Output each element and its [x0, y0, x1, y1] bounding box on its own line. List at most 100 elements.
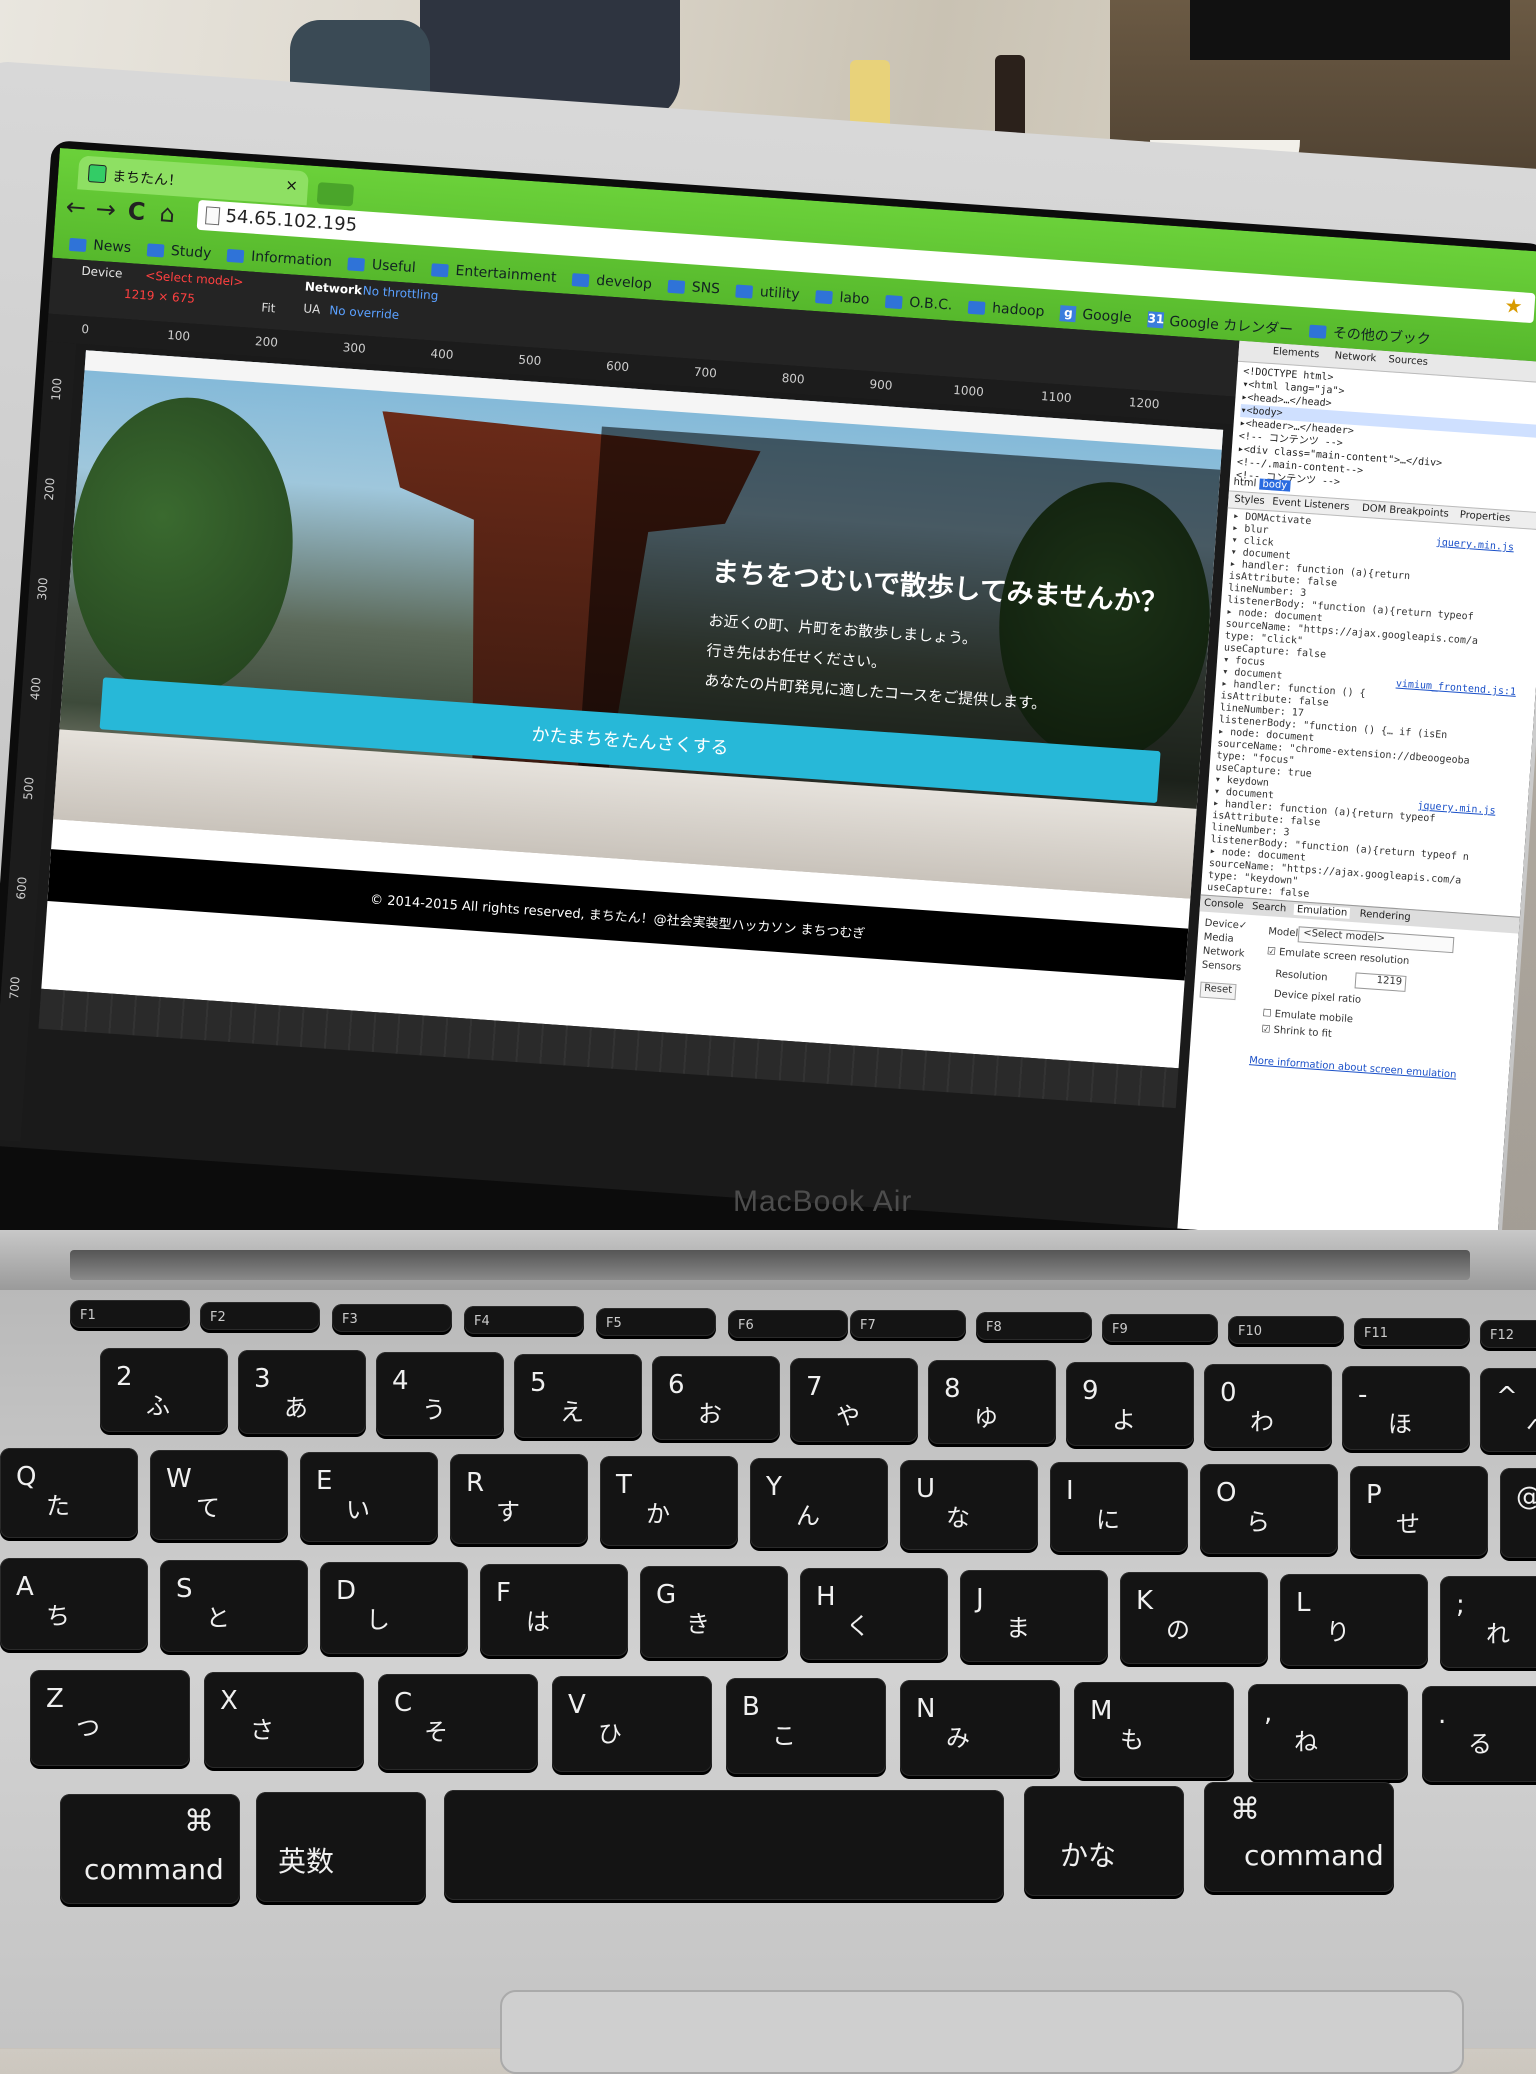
key-w[interactable]: Wて — [150, 1450, 288, 1540]
bookmark-useful[interactable]: Useful — [347, 255, 416, 276]
resolution-input[interactable]: 1219 — [1354, 972, 1407, 992]
key-2[interactable]: 2ふ — [100, 1348, 228, 1432]
tab-dom-breakpoints[interactable]: DOM Breakpoints — [1362, 503, 1449, 520]
key-f10[interactable]: F10 — [1228, 1316, 1344, 1344]
key-k[interactable]: Kの — [1120, 1572, 1268, 1664]
key-command-left[interactable]: ⌘ command — [60, 1794, 240, 1904]
forward-icon[interactable]: → — [95, 195, 117, 224]
key-f5[interactable]: F5 — [596, 1308, 716, 1336]
key-5[interactable]: 5え — [514, 1354, 642, 1438]
key-kana[interactable]: かな — [1024, 1786, 1184, 1896]
tab-console[interactable]: Console — [1204, 898, 1244, 912]
crumb-body[interactable]: body — [1259, 478, 1291, 492]
key-command-right[interactable]: ⌘ command — [1204, 1782, 1394, 1892]
key-semicolon[interactable]: ; れ — [1440, 1576, 1536, 1668]
key-l[interactable]: Lり — [1280, 1574, 1428, 1666]
key-u[interactable]: Uな — [900, 1460, 1038, 1550]
key-9[interactable]: 9よ — [1066, 1362, 1194, 1446]
bookmark-hadoop[interactable]: hadoop — [967, 299, 1045, 320]
reload-icon[interactable]: C — [127, 197, 147, 226]
tab-emulation[interactable]: Emulation — [1293, 903, 1351, 919]
key-h[interactable]: Hく — [800, 1568, 948, 1660]
key-f4[interactable]: F4 — [464, 1306, 584, 1334]
key-p[interactable]: Pせ — [1350, 1466, 1488, 1556]
key-a[interactable]: Aち — [0, 1558, 148, 1650]
key-f9[interactable]: F9 — [1102, 1314, 1218, 1342]
screen-emulation-link[interactable]: More information about screen emulation — [1249, 1055, 1457, 1080]
emulate-mobile-checkbox[interactable]: ☐ Emulate mobile — [1262, 1008, 1353, 1025]
fit-checkbox[interactable]: Fit — [261, 300, 276, 315]
key-y[interactable]: Yん — [750, 1458, 888, 1548]
device-resolution[interactable]: 1219 × 675 — [123, 287, 195, 306]
key-b[interactable]: Bこ — [726, 1678, 886, 1774]
new-tab-button[interactable] — [316, 182, 355, 207]
bookmark-other[interactable]: その他のブック — [1308, 321, 1431, 349]
throttling-select[interactable]: No throttling — [362, 283, 439, 302]
back-icon[interactable]: ← — [65, 193, 87, 222]
key-3[interactable]: 3あ — [238, 1350, 366, 1434]
trackpad[interactable] — [500, 1990, 1464, 2074]
bookmark-study[interactable]: Study — [146, 241, 212, 262]
tab-properties[interactable]: Properties — [1459, 510, 1510, 524]
key-minus[interactable]: -ほ — [1342, 1366, 1470, 1450]
key-7[interactable]: 7や — [790, 1358, 918, 1442]
bookmark-utility[interactable]: utility — [735, 283, 800, 303]
bookmark-develop[interactable]: develop — [571, 271, 652, 293]
key-f[interactable]: Fは — [480, 1564, 628, 1656]
key-f1[interactable]: F1 — [70, 1300, 190, 1328]
key-e[interactable]: Eい — [300, 1452, 438, 1542]
emul-network[interactable]: Network — [1202, 946, 1263, 961]
key-m[interactable]: Mも — [1074, 1682, 1234, 1778]
key-x[interactable]: Xさ — [204, 1672, 364, 1768]
key-4[interactable]: 4う — [376, 1352, 504, 1436]
key-f11[interactable]: F11 — [1354, 1318, 1470, 1346]
key-eisu[interactable]: 英数 — [256, 1792, 426, 1902]
emul-sensors[interactable]: Sensors — [1201, 960, 1262, 975]
home-icon[interactable]: ⌂ — [159, 199, 176, 228]
reset-button[interactable]: Reset — [1199, 981, 1237, 1001]
key-f2[interactable]: F2 — [200, 1302, 320, 1330]
key-f7[interactable]: F7 — [850, 1310, 966, 1338]
key-d[interactable]: Dし — [320, 1562, 468, 1654]
bookmark-sns[interactable]: SNS — [667, 278, 721, 297]
bookmark-star-icon[interactable]: ★ — [1504, 293, 1524, 318]
emulate-resolution-checkbox[interactable]: ☑ Emulate screen resolution — [1266, 946, 1409, 967]
key-t[interactable]: Tか — [600, 1456, 738, 1546]
bookmark-entertainment[interactable]: Entertainment — [431, 261, 557, 286]
key-f3[interactable]: F3 — [332, 1304, 452, 1332]
ua-override-input[interactable]: No override — [329, 303, 400, 322]
key-v[interactable]: Vひ — [552, 1676, 712, 1772]
key-space[interactable] — [444, 1790, 1004, 1900]
key-comma[interactable]: ,ね — [1248, 1684, 1408, 1780]
tab-search[interactable]: Search — [1252, 901, 1287, 914]
key-f8[interactable]: F8 — [976, 1312, 1092, 1340]
key-f12[interactable]: F12 — [1480, 1320, 1536, 1348]
key-q[interactable]: Qた — [0, 1448, 138, 1538]
key-c[interactable]: Cそ — [378, 1674, 538, 1770]
tab-network[interactable]: Network — [1334, 350, 1376, 364]
key-i[interactable]: Iに — [1050, 1462, 1188, 1552]
emul-media[interactable]: Media — [1203, 932, 1264, 947]
key-6[interactable]: 6お — [652, 1356, 780, 1440]
device-model-select[interactable]: <Select model> — [145, 268, 244, 289]
key-0[interactable]: 0わ — [1204, 1364, 1332, 1448]
bookmark-information[interactable]: Information — [226, 247, 333, 270]
tab-styles[interactable]: Styles — [1234, 494, 1265, 507]
key-caret[interactable]: ^へ — [1480, 1368, 1536, 1452]
tab-event-listeners[interactable]: Event Listeners — [1272, 496, 1350, 512]
bookmark-labo[interactable]: labo — [815, 288, 870, 308]
key-at[interactable]: @゛ — [1500, 1468, 1536, 1558]
bookmark-news[interactable]: News — [68, 236, 132, 256]
close-tab-icon[interactable]: × — [285, 176, 299, 195]
tab-rendering[interactable]: Rendering — [1359, 909, 1411, 924]
crumb-html[interactable]: html — [1233, 477, 1256, 490]
bookmark-obc[interactable]: O.B.C. — [884, 293, 953, 314]
key-period[interactable]: .る — [1422, 1686, 1536, 1782]
key-o[interactable]: Oら — [1200, 1464, 1338, 1554]
key-8[interactable]: 8ゆ — [928, 1360, 1056, 1444]
tab-elements[interactable]: Elements — [1272, 346, 1319, 360]
shrink-to-fit-checkbox[interactable]: ☑ Shrink to fit — [1261, 1024, 1332, 1040]
key-g[interactable]: Gき — [640, 1566, 788, 1658]
key-f6[interactable]: F6 — [728, 1310, 848, 1338]
key-r[interactable]: Rす — [450, 1454, 588, 1544]
